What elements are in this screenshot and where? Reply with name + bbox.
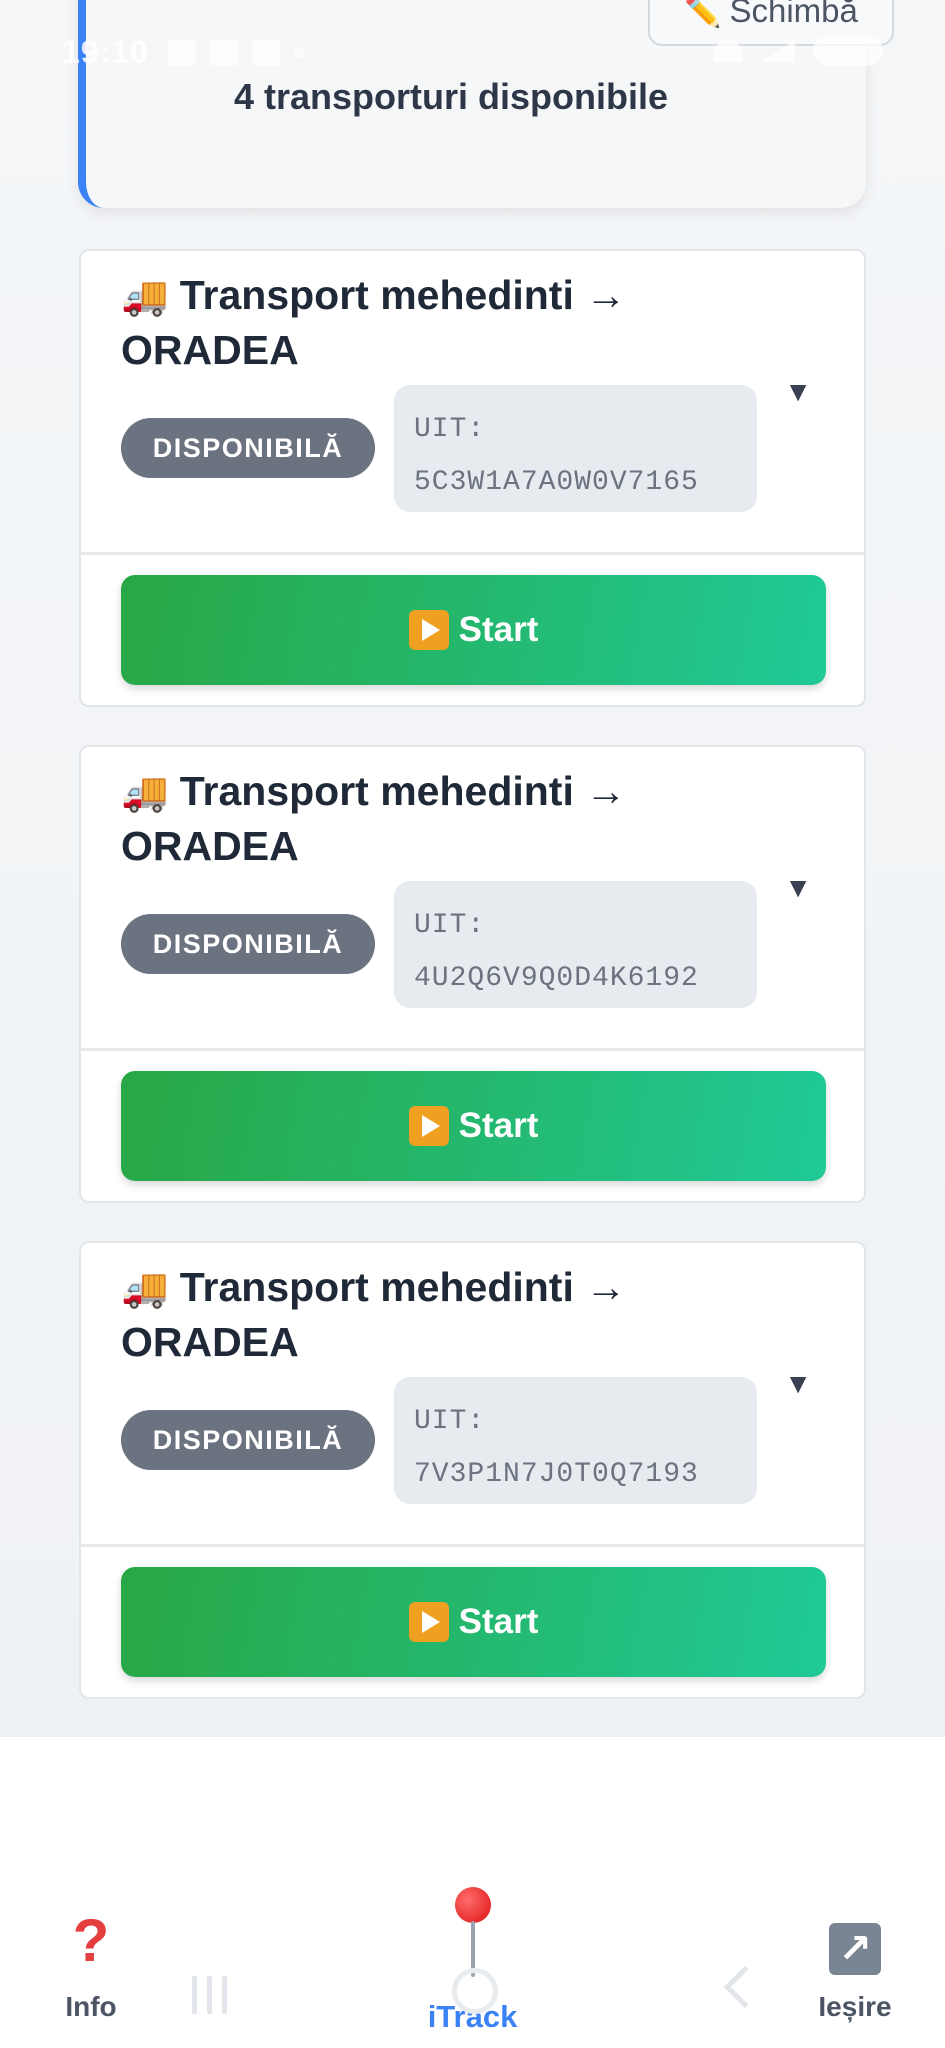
uit-code: 7V3P1N7J0T0Q7193 (414, 1459, 699, 1490)
uit-box: UIT: 7V3P1N7J0T0Q7193 (394, 1377, 757, 1504)
transport-title-text: Transport mehedinti → ORADEA (121, 768, 627, 869)
chevron-down-icon[interactable]: ▼ (784, 872, 812, 904)
exit-icon-wrap: ↗ (829, 1895, 881, 1975)
summary-card: ✏️ Schimbă 4 transporturi disponibile (78, 0, 894, 208)
transport-card: 🚚 Transport mehedinti → ORADEA ▼ DISPONI… (79, 1241, 866, 1699)
available-count: 4 transporturi disponibile (234, 76, 669, 117)
play-icon (408, 610, 449, 650)
uit-label: UIT: (414, 1406, 486, 1437)
nav-info-label: Info (65, 1991, 117, 2022)
bottom-nav: ? Info iTrack ↗ Ieșire (0, 1736, 945, 2048)
nav-item-itrack[interactable]: iTrack (410, 1887, 535, 2035)
play-icon (408, 1106, 449, 1146)
nav-exit-label: Ieșire (818, 1991, 892, 2022)
transport-title-text: Transport mehedinti → ORADEA (121, 272, 627, 373)
transport-card: 🚚 Transport mehedinti → ORADEA ▼ DISPONI… (79, 745, 866, 1203)
transport-title[interactable]: 🚚 Transport mehedinti → ORADEA (121, 269, 681, 377)
status-badge: DISPONIBILĂ (121, 418, 375, 478)
transport-title-text: Transport mehedinti → ORADEA (121, 1264, 627, 1365)
truck-icon: 🚚 (121, 1268, 169, 1310)
transport-card: 🚚 Transport mehedinti → ORADEA ▼ DISPONI… (79, 249, 866, 707)
uit-box: UIT: 5C3W1A7A0W0V7165 (394, 385, 757, 512)
change-button[interactable]: ✏️ Schimbă (648, 0, 894, 46)
transport-list: 🚚 Transport mehedinti → ORADEA ▼ DISPONI… (79, 249, 866, 1737)
nav-itrack-label: iTrack (427, 1999, 518, 2034)
nav-item-exit[interactable]: ↗ Ieșire (800, 1895, 910, 2023)
transport-title[interactable]: 🚚 Transport mehedinti → ORADEA (121, 1261, 681, 1369)
chevron-down-icon[interactable]: ▼ (784, 1368, 812, 1400)
uit-label: UIT: (414, 414, 486, 445)
status-badge: DISPONIBILĂ (121, 914, 375, 974)
start-button[interactable]: Start (121, 575, 826, 685)
divider (81, 1544, 864, 1547)
start-button-label: Start (458, 1106, 539, 1145)
start-button-label: Start (458, 1602, 539, 1641)
transport-title[interactable]: 🚚 Transport mehedinti → ORADEA (121, 765, 681, 873)
chevron-down-icon[interactable]: ▼ (784, 376, 812, 408)
play-icon (408, 1602, 449, 1642)
uit-code: 4U2Q6V9Q0D4K6192 (414, 963, 699, 994)
divider (81, 552, 864, 555)
status-badge: DISPONIBILĂ (121, 1410, 375, 1470)
question-icon: ? (72, 1907, 110, 1974)
uit-box: UIT: 4U2Q6V9Q0D4K6192 (394, 881, 757, 1008)
start-button-label: Start (458, 610, 539, 649)
pin-icon (453, 1887, 493, 1979)
nav-item-info[interactable]: ? Info (44, 1895, 138, 2023)
start-button[interactable]: Start (121, 1071, 826, 1181)
change-button-label: Schimbă (729, 0, 858, 29)
pencil-icon: ✏️ (684, 0, 722, 29)
uit-code: 5C3W1A7A0W0V7165 (414, 467, 699, 498)
truck-icon: 🚚 (121, 772, 169, 814)
uit-label: UIT: (414, 910, 486, 941)
divider (81, 1048, 864, 1051)
truck-icon: 🚚 (121, 276, 169, 318)
arrow-up-right-icon: ↗ (829, 1923, 881, 1975)
start-button[interactable]: Start (121, 1567, 826, 1677)
